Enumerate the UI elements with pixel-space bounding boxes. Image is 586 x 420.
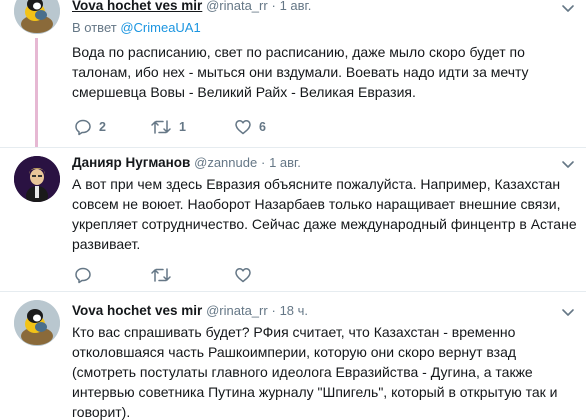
tweet-text: Кто вас спрашивать будет? РФия считает, … — [72, 322, 572, 420]
author-handle[interactable]: @rinata_rr — [206, 0, 268, 13]
tweet-actions — [72, 265, 372, 285]
timestamp[interactable]: 18 ч. — [280, 303, 308, 318]
timestamp[interactable]: 1 авг. — [269, 155, 301, 170]
chevron-down-icon[interactable] — [560, 304, 576, 320]
retweet-icon — [151, 268, 171, 282]
avatar[interactable] — [14, 300, 60, 346]
tweet-actions: 2 1 6 — [72, 117, 372, 137]
like-count: 6 — [259, 120, 266, 134]
tweet-text-line: отколовшаяся часть Рашкоимперии, которую… — [72, 344, 517, 360]
bird-avatar-icon — [14, 300, 60, 346]
tweet-text-line: укрепляет сотрудничество. Сейчас даже ме… — [72, 216, 577, 232]
author-name[interactable]: Vova hochet ves mir — [72, 0, 202, 13]
avatar[interactable] — [14, 0, 60, 34]
separator-dot: · — [271, 0, 276, 13]
reply-icon — [75, 267, 91, 284]
heart-icon — [235, 268, 251, 283]
tweet-text-line: совсем не воюет. Наоборот Назарбаев толь… — [72, 196, 561, 212]
author-name[interactable]: Vova hochet ves mir — [72, 303, 202, 318]
separator-dot: · — [260, 155, 266, 170]
tweet-2[interactable]: Данияр Нугманов @zannude · 1 авг. А вот … — [0, 148, 586, 292]
tweet-text-line: талонам, ибо нех - мыться они вздумали. … — [72, 64, 529, 80]
timestamp[interactable]: 1 авг. — [280, 0, 312, 13]
author-handle[interactable]: @rinata_rr — [206, 303, 268, 318]
reply-button[interactable] — [74, 265, 99, 285]
tweet-text-line: интервью советника Путина журналу "Шпиге… — [72, 384, 558, 400]
tweet-text-line: смершевца Вовы - Великий Райх - Великая … — [72, 84, 416, 100]
tweet-text-line: развивает. — [72, 236, 141, 252]
tweet-text: Вода по расписанию, свет по расписанию, … — [72, 42, 572, 102]
reply-mention-link[interactable]: @CrimeaUA1 — [120, 20, 200, 35]
reply-prefix: В ответ — [72, 20, 117, 35]
reply-button[interactable]: 2 — [74, 117, 106, 137]
thread-line — [35, 38, 38, 148]
like-button[interactable] — [234, 265, 259, 285]
chevron-down-icon[interactable] — [560, 156, 576, 172]
like-button[interactable]: 6 — [234, 117, 266, 137]
retweet-button[interactable]: 1 — [150, 117, 186, 137]
tweet-text-line: Вода по расписанию, свет по расписанию, … — [72, 44, 525, 60]
tweet-text-line: (смотреть постулаты главного идеолога Ев… — [72, 364, 533, 380]
reply-count: 2 — [99, 120, 106, 134]
retweet-count: 1 — [179, 120, 186, 134]
author-name[interactable]: Данияр Нугманов — [72, 155, 190, 170]
retweet-icon — [151, 120, 171, 134]
tweet-3[interactable]: Vova hochet ves mir @rinata_rr · 18 ч. К… — [0, 292, 586, 420]
tweet-text: А вот при чем здесь Евразия объясните по… — [72, 174, 577, 254]
bird-avatar-icon — [14, 0, 60, 34]
heart-icon — [235, 120, 251, 135]
chevron-down-icon[interactable] — [560, 0, 576, 16]
author-handle[interactable]: @zannude — [194, 155, 257, 170]
reply-icon — [75, 119, 91, 136]
tweet-header: Данияр Нугманов @zannude · 1 авг. — [72, 154, 301, 172]
separator-dot: · — [271, 303, 276, 318]
retweet-button[interactable] — [150, 265, 179, 285]
tweet-text-line: А вот при чем здесь Евразия объясните по… — [72, 176, 561, 192]
tweet-1[interactable]: Vova hochet ves mir @rinata_rr · 1 авг. … — [0, 0, 586, 148]
avatar[interactable] — [14, 156, 60, 202]
tweet-text-line: говорит). — [72, 404, 131, 420]
reply-context: В ответ @CrimeaUA1 — [72, 20, 201, 35]
person-avatar-icon — [14, 156, 60, 202]
tweet-header: Vova hochet ves mir @rinata_rr · 1 авг. — [72, 0, 311, 15]
tweet-text-line: Кто вас спрашивать будет? РФия считает, … — [72, 324, 516, 340]
tweet-header: Vova hochet ves mir @rinata_rr · 18 ч. — [72, 302, 308, 320]
